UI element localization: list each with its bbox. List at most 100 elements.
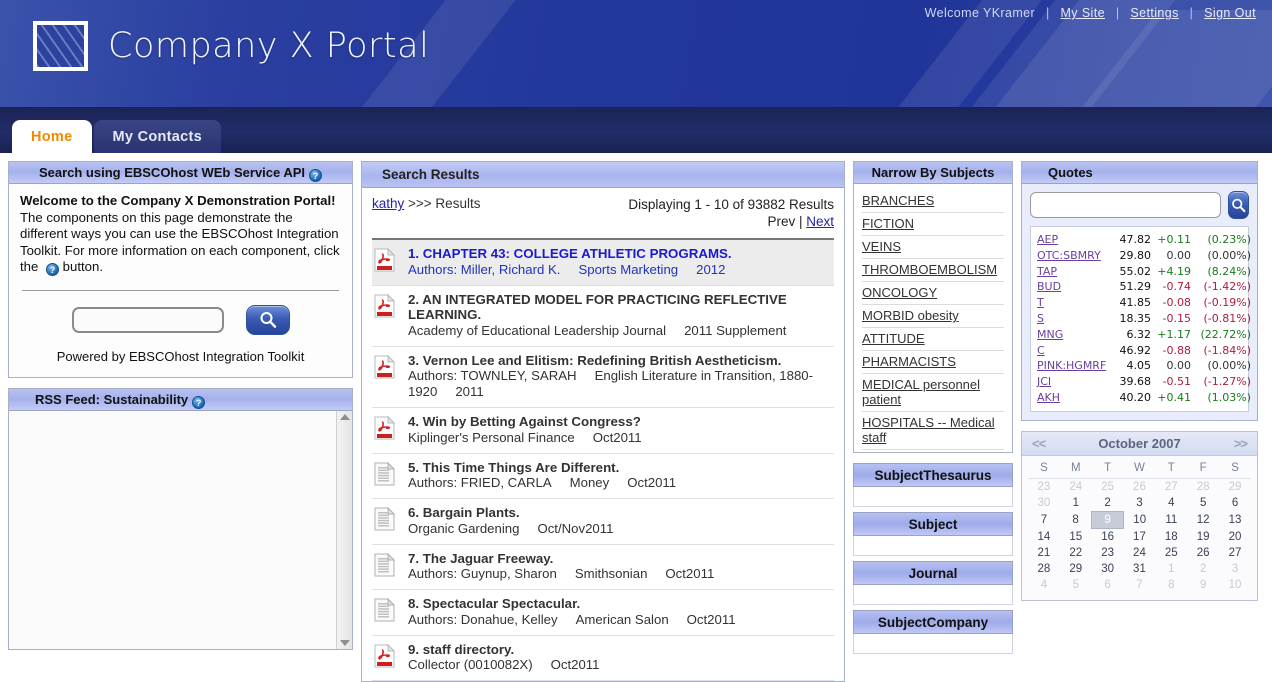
quote-symbol[interactable]: PINK:HGMRF [1037,358,1111,374]
calendar-day[interactable]: 21 [1028,545,1060,561]
subject-item[interactable]: MEDICAL personnel patient [862,374,1004,412]
subject-item[interactable]: THROMBOEMBOLISM [862,259,1004,282]
calendar-day[interactable]: 15 [1060,528,1092,545]
quote-symbol-link[interactable]: TAP [1037,265,1057,278]
calendar-day[interactable]: 28 [1187,478,1219,495]
subject-link[interactable]: MORBID obesity [862,308,959,323]
result-title[interactable]: 1. CHAPTER 43: COLLEGE ATHLETIC PROGRAMS… [408,246,832,262]
calendar-day[interactable]: 6 [1092,577,1124,593]
quote-symbol[interactable]: OTC:SBMRY [1037,248,1111,264]
calendar-day[interactable]: 23 [1092,545,1124,561]
quote-symbol[interactable]: T [1037,295,1111,311]
quotes-search-button[interactable] [1228,191,1249,219]
quote-symbol-link[interactable]: OTC:SBMRY [1037,249,1101,262]
calendar-day[interactable]: 30 [1028,495,1060,512]
calendar-day[interactable]: 27 [1155,478,1187,495]
calendar-next-button[interactable]: >> [1234,436,1248,451]
subject-link[interactable]: THROMBOEMBOLISM [862,262,997,277]
pager-next[interactable]: Next [806,214,834,229]
calendar-day[interactable]: 25 [1155,545,1187,561]
subject-item[interactable]: ATTITUDE [862,328,1004,351]
calendar-day[interactable]: 11 [1155,511,1187,528]
help-icon[interactable]: ? [46,263,59,277]
result-title[interactable]: 9. staff directory. [408,642,832,658]
result-item[interactable]: 9. staff directory. Collector (0010082X) O… [372,636,834,681]
calendar-day[interactable]: 24 [1124,545,1156,561]
facet-header[interactable]: Journal [853,561,1013,585]
result-title[interactable]: 6. Bargain Plants. [408,505,832,521]
help-icon[interactable]: ? [192,396,206,410]
quote-symbol-link[interactable]: S [1037,312,1044,325]
calendar-day[interactable]: 28 [1028,561,1060,577]
subject-item[interactable]: PHARMACISTS [862,351,1004,374]
subject-link[interactable]: FICTION [862,216,914,231]
quote-symbol-link[interactable]: BUD [1037,280,1061,293]
tab-my-contacts[interactable]: My Contacts [93,120,222,153]
quote-symbol[interactable]: S [1037,311,1111,327]
calendar-day[interactable]: 16 [1092,528,1124,545]
subject-link[interactable]: PHARMACISTS [862,354,956,369]
quote-symbol-link[interactable]: MNG [1037,328,1063,341]
quote-symbol-link[interactable]: AKH [1037,391,1060,404]
quote-symbol[interactable]: AKH [1037,390,1111,406]
calendar-day[interactable]: 3 [1124,495,1156,512]
quote-symbol-link[interactable]: C [1037,344,1045,357]
subject-link[interactable]: VEINS [862,239,901,254]
quote-symbol-link[interactable]: T [1037,296,1044,309]
calendar-day[interactable]: 3 [1219,561,1251,577]
calendar-day[interactable]: 2 [1187,561,1219,577]
search-button[interactable] [245,305,290,336]
calendar-day[interactable]: 26 [1187,545,1219,561]
quote-symbol[interactable]: C [1037,343,1111,359]
subject-item[interactable]: VEINS [862,236,1004,259]
calendar-day[interactable]: 27 [1219,545,1251,561]
calendar-day[interactable]: 25 [1092,478,1124,495]
calendar-day[interactable]: 12 [1187,511,1219,528]
calendar-day[interactable]: 26 [1124,478,1156,495]
calendar-day[interactable]: 19 [1187,528,1219,545]
subject-link[interactable]: BRANCHES [862,193,934,208]
quote-symbol[interactable]: AEP [1037,232,1111,248]
quote-symbol-link[interactable]: AEP [1037,233,1058,246]
result-item[interactable]: 1. CHAPTER 43: COLLEGE ATHLETIC PROGRAMS… [372,240,834,286]
calendar-day[interactable]: 5 [1060,577,1092,593]
calendar-day[interactable]: 14 [1028,528,1060,545]
subject-item[interactable]: HOSPITALS -- Medical staff [862,412,1004,450]
subject-link[interactable]: HOSPITALS -- Medical staff [862,415,995,445]
calendar-day[interactable]: 31 [1124,561,1156,577]
result-item[interactable]: 7. The Jaguar Freeway. Authors: Guynup, S… [372,545,834,590]
result-title[interactable]: 8. Spectacular Spectacular. [408,596,832,612]
my-site-link[interactable]: My Site [1060,6,1104,20]
calendar-day[interactable]: 4 [1155,495,1187,512]
calendar-day[interactable]: 29 [1060,561,1092,577]
calendar-day[interactable]: 8 [1060,511,1092,528]
calendar-day[interactable]: 13 [1219,511,1251,528]
result-title[interactable]: 5. This Time Things Are Different. [408,460,832,476]
subject-item[interactable]: FICTION [862,213,1004,236]
calendar-day[interactable]: 30 [1092,561,1124,577]
calendar-day[interactable]: 24 [1060,478,1092,495]
calendar-day-today[interactable]: 9 [1091,510,1125,529]
subject-item[interactable]: ONCOLOGY [862,282,1004,305]
quote-symbol-link[interactable]: PINK:HGMRF [1037,359,1106,372]
result-item[interactable]: 4. Win by Betting Against Congress? Kipli… [372,408,834,454]
rss-scrollbar[interactable] [336,411,352,650]
calendar-day[interactable]: 9 [1187,577,1219,593]
quote-symbol-link[interactable]: JCI [1037,375,1051,388]
facet-header[interactable]: SubjectCompany [853,610,1013,634]
search-input[interactable] [71,307,224,334]
result-item[interactable]: 2. AN INTEGRATED MODEL FOR PRACTICING RE… [372,286,834,347]
result-title[interactable]: 3. Vernon Lee and Elitism: Redefining Br… [408,353,832,369]
calendar-day[interactable]: 18 [1155,528,1187,545]
calendar-day[interactable]: 10 [1124,511,1156,528]
facet-header[interactable]: SubjectThesaurus [853,463,1013,487]
calendar-day[interactable]: 1 [1155,561,1187,577]
subject-link[interactable]: ATTITUDE [862,331,925,346]
calendar-day[interactable]: 4 [1028,577,1060,593]
subject-link[interactable]: ONCOLOGY [862,285,937,300]
calendar-day[interactable]: 6 [1219,495,1251,512]
result-item[interactable]: 5. This Time Things Are Different. Author… [372,454,834,499]
brand[interactable]: Company X Portal [33,21,429,71]
calendar-day[interactable]: 5 [1187,495,1219,512]
calendar-day[interactable]: 23 [1028,478,1060,495]
